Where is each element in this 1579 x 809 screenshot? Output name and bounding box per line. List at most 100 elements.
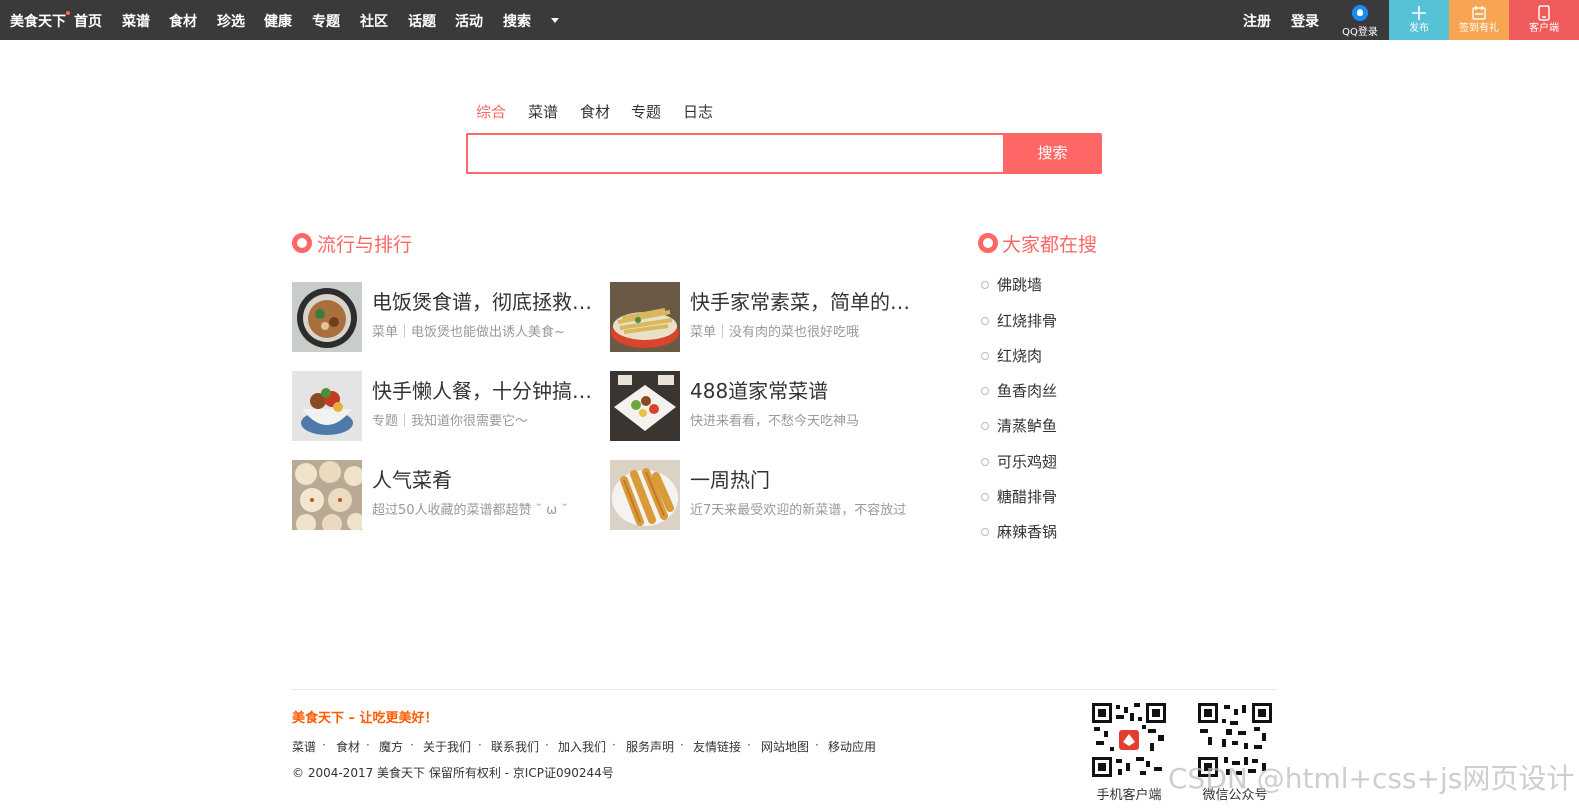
card-title: 快手懒人餐，十分钟搞定！	[372, 379, 604, 403]
footer-link-recipes[interactable]: 菜谱	[292, 738, 316, 755]
publish-label: 发布	[1409, 23, 1429, 34]
signin-gift-button[interactable]: 签到有礼	[1449, 0, 1509, 40]
ranking-card[interactable]: 488道家常菜谱 快进来看看，不愁今天吃神马	[610, 371, 925, 441]
bullet-icon	[981, 281, 989, 289]
ranking-card[interactable]: 快手家常素菜，简单的美味 菜单｜没有肉的菜也很好吃哦	[610, 282, 925, 352]
card-subtitle: 专题｜我知道你很需要它～	[372, 414, 529, 429]
tab-ingredients[interactable]: 食材	[580, 101, 610, 122]
login-link[interactable]: 登录	[1291, 11, 1319, 31]
copyright-text: © 2004-2017 美食天下 保留所有权利 - 京ICP证090244号	[292, 766, 614, 780]
tab-journal[interactable]: 日志	[683, 101, 713, 122]
footer-link-friends[interactable]: 友情链接	[693, 738, 741, 755]
search-button[interactable]: 搜索	[1003, 133, 1102, 174]
hot-search-label: 可乐鸡翅	[997, 453, 1058, 471]
card-title: 快手家常素菜，简单的美味	[690, 290, 922, 314]
nav-item-discussion[interactable]: 话题	[408, 11, 436, 31]
bullet-icon	[981, 422, 989, 430]
hot-search-label: 佛跳墙	[997, 276, 1043, 294]
tab-topics[interactable]: 专题	[631, 101, 661, 122]
client-app-label: 客户端	[1529, 23, 1559, 34]
qq-login-button[interactable]: QQ登录	[1336, 0, 1384, 40]
nav-item-ingredients[interactable]: 食材	[169, 11, 197, 31]
footer-link-ingredients[interactable]: 食材	[336, 738, 360, 755]
nav-dropdown-caret-icon[interactable]	[551, 18, 559, 23]
nav-item-topics[interactable]: 专题	[312, 11, 340, 31]
phone-icon	[1509, 2, 1579, 22]
qq-penguin-icon	[1352, 5, 1368, 21]
hot-search-label: 清蒸鲈鱼	[997, 417, 1058, 435]
footer-link-join[interactable]: 加入我们	[558, 738, 606, 755]
footer-link-mobile[interactable]: 移动应用	[828, 738, 876, 755]
qr-app-label: 手机客户端	[1096, 788, 1162, 803]
nav-item-community[interactable]: 社区	[360, 11, 388, 31]
logo-dot-icon	[66, 11, 70, 15]
footer-separator: ·	[612, 738, 616, 752]
site-logo[interactable]: 美食天下	[10, 11, 70, 31]
qq-login-label: QQ登录	[1342, 27, 1378, 38]
hot-search-title: 大家都在搜	[1002, 234, 1098, 256]
card-subtitle: 菜单｜没有肉的菜也很好吃哦	[690, 325, 860, 340]
hot-search-label: 红烧排骨	[997, 312, 1058, 330]
hot-search-label: 鱼香肉丝	[997, 382, 1058, 400]
footer-separator: ·	[815, 738, 819, 752]
register-link[interactable]: 注册	[1243, 11, 1271, 31]
card-subtitle: 超过50人收藏的菜谱都超赞 ˘ ω ˘	[372, 503, 568, 518]
tab-all[interactable]: 综合	[476, 101, 506, 122]
footer-separator: ·	[322, 738, 326, 752]
dish-thumbnail	[292, 371, 362, 441]
footer-link-about[interactable]: 关于我们	[423, 738, 471, 755]
card-title: 电饭煲食谱，彻底拯救手残党	[372, 290, 604, 314]
publish-button[interactable]: 发布	[1389, 0, 1449, 40]
card-subtitle: 菜单｜电饭煲也能做出诱人美食~	[372, 325, 565, 340]
nav-item-health[interactable]: 健康	[264, 11, 292, 31]
bullet-icon	[981, 317, 989, 325]
footer-link-sitemap[interactable]: 网站地图	[761, 738, 809, 755]
footer-link-terms[interactable]: 服务声明	[626, 738, 674, 755]
nav-item-recipes[interactable]: 菜谱	[122, 11, 150, 31]
tab-recipes[interactable]: 菜谱	[528, 101, 558, 122]
card-subtitle: 快进来看看，不愁今天吃神马	[690, 414, 860, 429]
footer-separator: ·	[410, 738, 414, 752]
calendar-icon	[1449, 2, 1509, 22]
nav-item-events[interactable]: 活动	[455, 11, 483, 31]
card-title: 人气菜肴	[372, 468, 452, 492]
dish-thumbnail	[610, 282, 680, 352]
dish-thumbnail	[292, 282, 362, 352]
site-logo-text: 美食天下	[10, 14, 66, 30]
nav-item-selection[interactable]: 珍选	[217, 11, 245, 31]
bullet-icon	[981, 458, 989, 466]
footer-separator: ·	[366, 738, 370, 752]
footer-slogan: 美食天下 – 让吃更美好！	[292, 711, 438, 726]
footer-link-mofang[interactable]: 魔方	[379, 738, 403, 755]
watermark-text: CSDN @html+css+js网页设计	[1168, 762, 1575, 795]
footer-separator: ·	[478, 738, 482, 752]
dish-thumbnail	[292, 460, 362, 530]
ring-icon	[292, 233, 312, 253]
ranking-card[interactable]: 快手懒人餐，十分钟搞定！ 专题｜我知道你很需要它～	[292, 371, 607, 441]
hot-search-label: 糖醋排骨	[997, 488, 1058, 506]
bullet-icon	[981, 352, 989, 360]
footer-separator: ·	[680, 738, 684, 752]
card-title: 一周热门	[690, 468, 770, 492]
search-input[interactable]	[466, 133, 1004, 174]
nav-item-search[interactable]: 搜索	[503, 11, 531, 31]
card-subtitle: 近7天来最受欢迎的新菜谱，不容放过	[690, 503, 907, 518]
footer-divider	[292, 689, 1276, 690]
ranking-card[interactable]: 人气菜肴 超过50人收藏的菜谱都超赞 ˘ ω ˘	[292, 460, 607, 530]
card-title: 488道家常菜谱	[690, 379, 829, 403]
ranking-section-title: 流行与排行	[317, 234, 413, 256]
footer-link-contact[interactable]: 联系我们	[491, 738, 539, 755]
bullet-icon	[981, 528, 989, 536]
hot-search-label: 麻辣香锅	[997, 523, 1058, 541]
dish-thumbnail	[610, 460, 680, 530]
nav-item-home[interactable]: 首页	[74, 11, 102, 31]
ranking-card[interactable]: 一周热门 近7天来最受欢迎的新菜谱，不容放过	[610, 460, 925, 530]
ring-icon	[978, 233, 998, 253]
qr-code-app	[1090, 701, 1168, 779]
footer-separator: ·	[545, 738, 549, 752]
ranking-card[interactable]: 电饭煲食谱，彻底拯救手残党 菜单｜电饭煲也能做出诱人美食~	[292, 282, 607, 352]
client-app-button[interactable]: 客户端	[1509, 0, 1579, 40]
dish-thumbnail	[610, 371, 680, 441]
bullet-icon	[981, 493, 989, 501]
bullet-icon	[981, 387, 989, 395]
